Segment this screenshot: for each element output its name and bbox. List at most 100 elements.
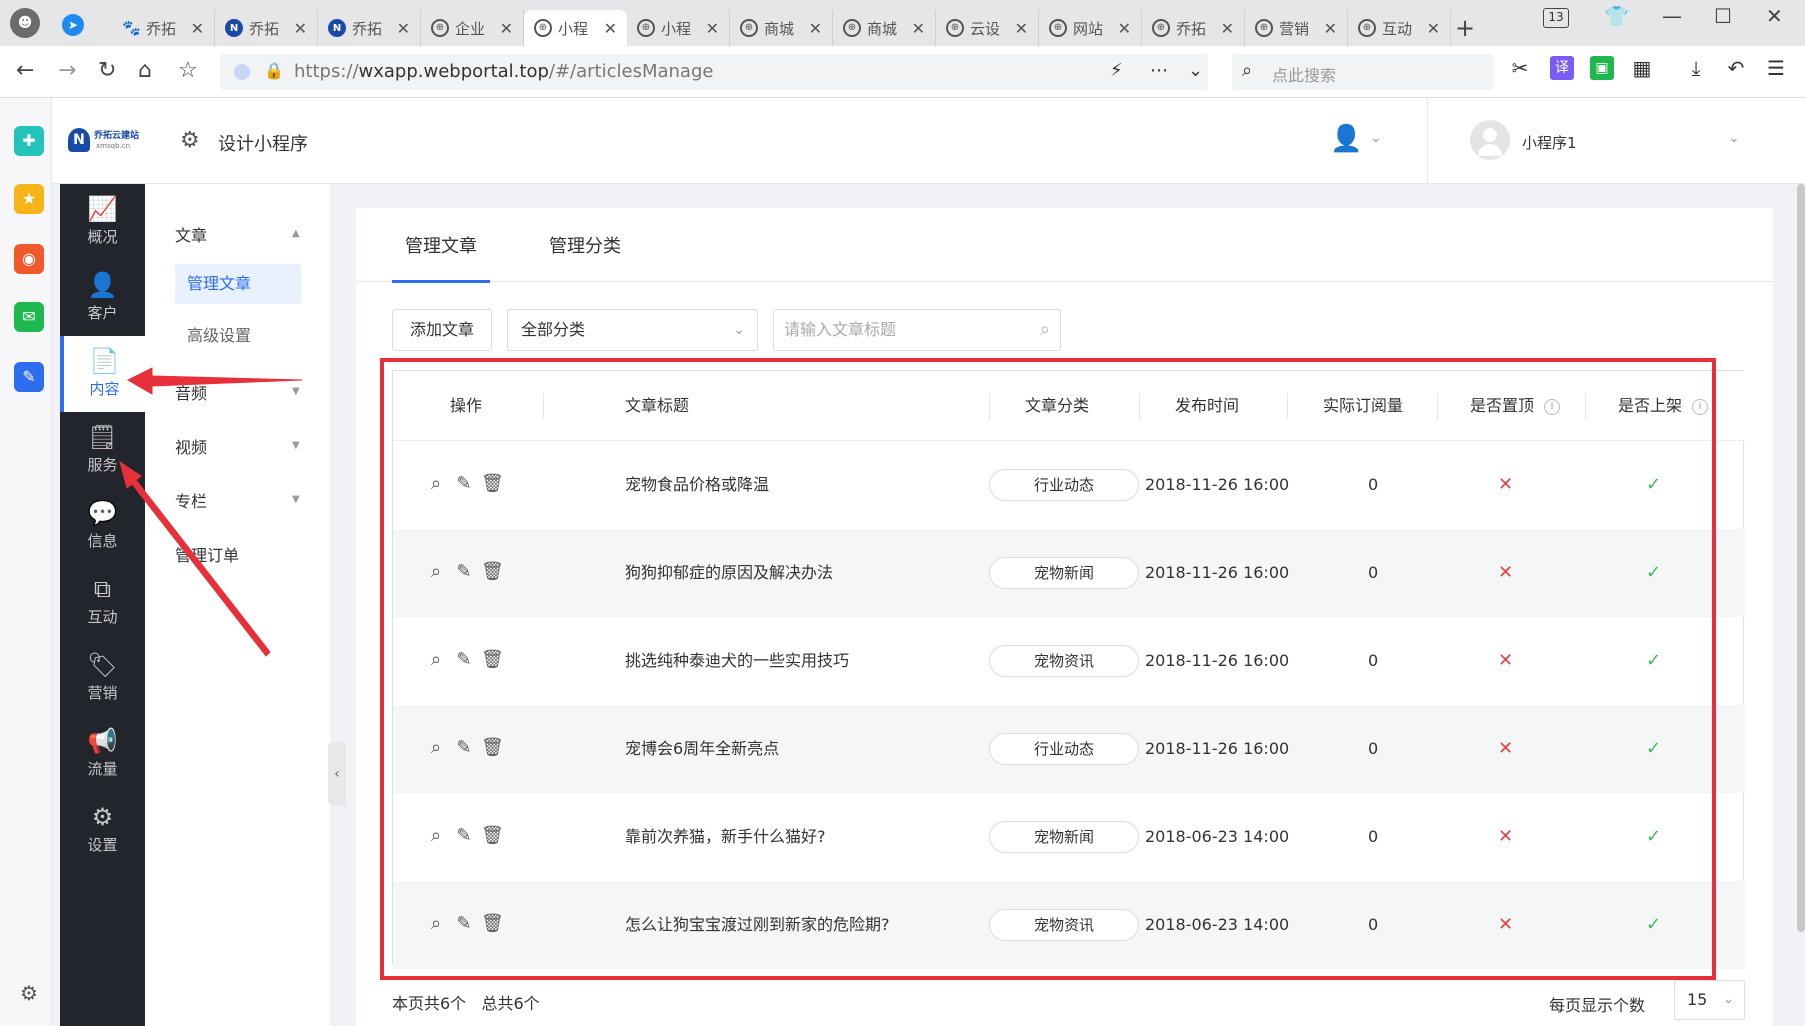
scissors-icon[interactable]: ✂ bbox=[1508, 56, 1532, 80]
avatar[interactable] bbox=[1470, 120, 1510, 160]
browser-tab[interactable]: ⊕ 商城 ✕ bbox=[833, 10, 936, 46]
article-title[interactable]: 靠前次养猫，新手什么猫好? bbox=[625, 793, 826, 881]
back-icon[interactable]: ← bbox=[16, 58, 34, 83]
tab-count-badge[interactable]: 13 bbox=[1543, 8, 1569, 28]
close-tab-icon[interactable]: ✕ bbox=[1118, 19, 1131, 38]
close-tab-icon[interactable]: ✕ bbox=[1015, 19, 1028, 38]
cross-icon[interactable]: ✕ bbox=[1498, 441, 1513, 529]
side-nav-item[interactable]: ⚙ 设置 bbox=[60, 792, 145, 868]
mail-icon[interactable]: ✉ bbox=[14, 302, 44, 332]
reader-icon[interactable]: ▣ bbox=[1590, 56, 1614, 80]
info-icon[interactable]: i bbox=[1692, 398, 1709, 415]
delete-icon[interactable]: 🗑 bbox=[481, 911, 504, 937]
weibo-icon[interactable]: ◉ bbox=[14, 244, 44, 274]
close-tab-icon[interactable]: ✕ bbox=[912, 19, 925, 38]
article-title[interactable]: 宠物食品价格或降温 bbox=[625, 441, 769, 529]
reload-icon[interactable]: ↻ bbox=[98, 58, 116, 83]
notes-icon[interactable]: ✎ bbox=[14, 362, 44, 392]
close-tab-icon[interactable]: ✕ bbox=[1324, 19, 1337, 38]
more-icon[interactable]: ⋯ bbox=[1150, 60, 1168, 81]
article-title[interactable]: 宠博会6周年全新亮点 bbox=[625, 705, 779, 793]
browser-tab[interactable]: ⊕ 小程 ✕ bbox=[524, 10, 627, 46]
chevron-down-icon[interactable]: ⌄ bbox=[1188, 60, 1203, 81]
menu-icon[interactable]: ☰ bbox=[1764, 56, 1788, 80]
side-nav-item[interactable]: 🏷 营销 bbox=[60, 640, 145, 716]
chevron-down-icon[interactable]: ⌄ bbox=[1728, 130, 1740, 146]
minimize-icon[interactable]: — bbox=[1662, 4, 1682, 28]
chevron-down-icon[interactable]: ▼ bbox=[292, 386, 300, 397]
cross-icon[interactable]: ✕ bbox=[1498, 617, 1513, 705]
browser-tab[interactable]: N 乔拓 ✕ bbox=[318, 10, 421, 46]
gear-icon[interactable]: ⚙ bbox=[14, 978, 44, 1008]
delete-icon[interactable]: 🗑 bbox=[481, 471, 504, 497]
lightning-icon[interactable]: ⚡ bbox=[1110, 60, 1123, 81]
close-tab-icon[interactable]: ✕ bbox=[1221, 19, 1234, 38]
forward-icon[interactable]: → bbox=[58, 58, 76, 83]
side-nav-item[interactable]: 📈 概况 bbox=[60, 184, 145, 260]
send-icon[interactable]: ➤ bbox=[62, 14, 84, 36]
chevron-down-icon[interactable]: ⌄ bbox=[1370, 130, 1382, 146]
view-icon[interactable]: ⌕ bbox=[425, 559, 447, 585]
translate-icon[interactable]: 译 bbox=[1550, 56, 1574, 80]
design-mini-program-link[interactable]: 设计小程序 bbox=[218, 130, 308, 156]
close-tab-icon[interactable]: ✕ bbox=[294, 19, 307, 38]
close-tab-icon[interactable]: ✕ bbox=[604, 19, 617, 38]
delete-icon[interactable]: 🗑 bbox=[481, 823, 504, 849]
delete-icon[interactable]: 🗑 bbox=[481, 559, 504, 585]
side-nav-item[interactable]: 💬 信息 bbox=[60, 488, 145, 564]
sub-group-article[interactable]: 文章 bbox=[175, 222, 207, 246]
article-title[interactable]: 怎么让狗宝宝渡过刚到新家的危险期? bbox=[625, 881, 890, 969]
browser-tab[interactable]: ⊕ 营销 ✕ bbox=[1245, 10, 1348, 46]
browser-tab[interactable]: ⊕ 乔拓 ✕ bbox=[1142, 10, 1245, 46]
home-icon[interactable]: ⌂ bbox=[138, 58, 152, 83]
article-title-search-input[interactable]: 请输入文章标题 ⌕ bbox=[773, 309, 1061, 351]
per-page-select[interactable]: 15 ⌄ bbox=[1674, 980, 1745, 1020]
close-tab-icon[interactable]: ✕ bbox=[500, 19, 513, 38]
browser-tab[interactable]: ⊕ 网站 ✕ bbox=[1039, 10, 1142, 46]
design-icon[interactable]: ⚙ bbox=[180, 128, 200, 153]
close-tab-icon[interactable]: ✕ bbox=[706, 19, 719, 38]
check-icon[interactable]: ✓ bbox=[1646, 705, 1661, 793]
view-icon[interactable]: ⌕ bbox=[425, 823, 447, 849]
chevron-down-icon[interactable]: ▼ bbox=[292, 440, 300, 451]
cross-icon[interactable]: ✕ bbox=[1498, 705, 1513, 793]
close-tab-icon[interactable]: ✕ bbox=[1427, 19, 1440, 38]
close-tab-icon[interactable]: ✕ bbox=[809, 19, 822, 38]
side-nav-item[interactable]: 📢 流量 bbox=[60, 716, 145, 792]
url-text[interactable]: https://wxapp.webportal.top/#/articlesMa… bbox=[294, 61, 713, 82]
edit-icon[interactable]: ✎ bbox=[453, 823, 475, 849]
article-title[interactable]: 狗狗抑郁症的原因及解决办法 bbox=[625, 529, 833, 617]
favorites-icon[interactable]: ☆ bbox=[178, 58, 198, 83]
cross-icon[interactable]: ✕ bbox=[1498, 529, 1513, 617]
browser-app-icon[interactable]: ☻ bbox=[10, 8, 40, 38]
browser-tab[interactable]: ⊕ 企业 ✕ bbox=[421, 10, 524, 46]
check-icon[interactable]: ✓ bbox=[1646, 441, 1661, 529]
check-icon[interactable]: ✓ bbox=[1646, 529, 1661, 617]
sub-group-video[interactable]: 视频 bbox=[175, 434, 207, 458]
edit-icon[interactable]: ✎ bbox=[453, 559, 475, 585]
sub-item-manage-article[interactable]: 管理文章 bbox=[175, 264, 301, 304]
new-tab-button[interactable]: + bbox=[1455, 14, 1475, 42]
collapse-sidebar-toggle[interactable]: ‹ bbox=[328, 742, 346, 806]
account-icon[interactable]: 👤 bbox=[1330, 124, 1362, 154]
view-icon[interactable]: ⌕ bbox=[425, 911, 447, 937]
category-filter-select[interactable]: 全部分类 ⌄ bbox=[507, 309, 758, 351]
side-nav-item[interactable]: 📄 内容 bbox=[60, 336, 145, 412]
side-nav-item[interactable]: 🗒 服务 bbox=[60, 412, 145, 488]
plus-tool-icon[interactable]: ✚ bbox=[14, 126, 44, 156]
chevron-up-icon[interactable]: ▲ bbox=[292, 228, 300, 239]
article-title[interactable]: 挑选纯种泰迪犬的一些实用技巧 bbox=[625, 617, 849, 705]
delete-icon[interactable]: 🗑 bbox=[481, 647, 504, 673]
browser-tab[interactable]: ⊕ 商城 ✕ bbox=[730, 10, 833, 46]
shirt-icon[interactable]: 👕 bbox=[1604, 4, 1629, 28]
sub-group-column[interactable]: 专栏 bbox=[175, 488, 207, 512]
close-tab-icon[interactable]: ✕ bbox=[191, 19, 204, 38]
browser-search-box[interactable]: ⌕ 点此搜索 bbox=[1232, 54, 1494, 90]
view-icon[interactable]: ⌕ bbox=[425, 471, 447, 497]
lock-warning-icon[interactable]: 🔒 bbox=[264, 61, 284, 80]
close-tab-icon[interactable]: ✕ bbox=[397, 19, 410, 38]
view-icon[interactable]: ⌕ bbox=[425, 647, 447, 673]
check-icon[interactable]: ✓ bbox=[1646, 617, 1661, 705]
cross-icon[interactable]: ✕ bbox=[1498, 881, 1513, 969]
delete-icon[interactable]: 🗑 bbox=[481, 735, 504, 761]
